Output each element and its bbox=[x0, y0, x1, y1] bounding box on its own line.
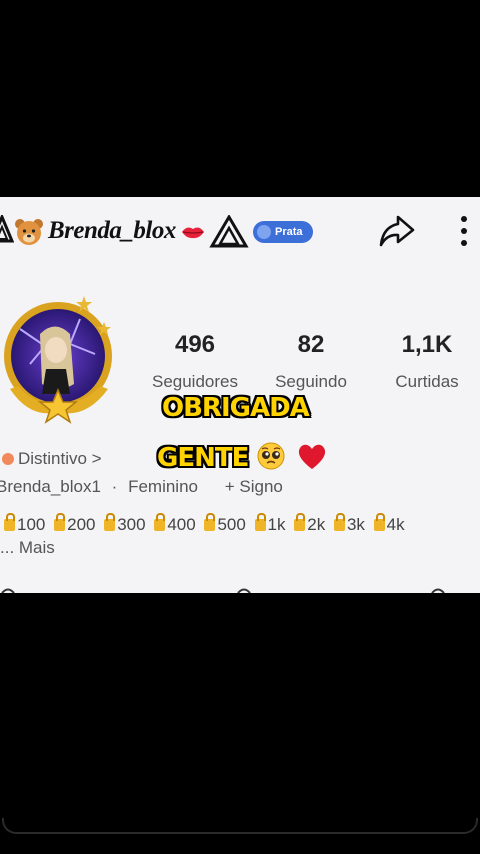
lock-icon bbox=[4, 513, 15, 531]
lock-icon bbox=[294, 513, 306, 531]
milestone-list: 100 200 300 400 500 1k 2k 3k 4k bbox=[0, 513, 405, 535]
gender-tag: Feminino bbox=[128, 477, 198, 496]
stat-likes[interactable]: 1,1K Curtidas bbox=[382, 331, 472, 392]
red-heart-emoji bbox=[299, 444, 326, 469]
rank-badge-icon bbox=[257, 225, 271, 239]
distintivo-icon bbox=[2, 453, 14, 465]
stat-following[interactable]: 82 Seguindo bbox=[266, 331, 356, 392]
lock-icon bbox=[204, 513, 216, 531]
tab-bar-hint bbox=[1, 588, 445, 593]
triangle-logo-icon bbox=[209, 215, 249, 248]
triangle-logo-icon bbox=[0, 215, 14, 243]
lock-icon bbox=[254, 513, 266, 531]
lock-icon bbox=[104, 513, 116, 531]
lock-icon bbox=[373, 513, 385, 531]
username: Brenda_blox bbox=[48, 217, 176, 244]
lock-icon bbox=[54, 513, 66, 531]
milestone: 500 bbox=[217, 515, 246, 534]
milestone: 300 bbox=[117, 515, 146, 534]
sign-button[interactable]: + Signo bbox=[225, 477, 283, 496]
following-count: 82 bbox=[297, 331, 325, 358]
stat-followers[interactable]: 496 Seguidores bbox=[150, 331, 240, 392]
rank-badge[interactable]: Prata bbox=[253, 221, 313, 243]
distintivo-link[interactable]: Distintivo > bbox=[2, 449, 102, 469]
profile-avatar[interactable] bbox=[0, 294, 120, 429]
caption-line-2: GENTE bbox=[157, 441, 328, 473]
profile-info-row: Brenda_blox1 · Feminino + Signo bbox=[0, 477, 283, 497]
more-vertical-icon[interactable] bbox=[456, 213, 472, 249]
profile-header: Brenda_blox Prata bbox=[0, 197, 480, 271]
more-link[interactable]: ... Mais bbox=[0, 538, 55, 558]
milestone: 2k bbox=[307, 515, 326, 534]
caption-line-2-text: GENTE bbox=[157, 443, 249, 473]
caption-line-1: OBRIGADA bbox=[162, 393, 310, 423]
followers-label: Seguidores bbox=[151, 372, 238, 391]
user-handle: Brenda_blox1 bbox=[0, 477, 101, 496]
milestone: 3k bbox=[346, 515, 365, 534]
followers-count: 496 bbox=[174, 331, 216, 358]
milestone: 4k bbox=[386, 515, 405, 534]
pleading-face-emoji bbox=[257, 442, 285, 470]
bear-emoji-icon bbox=[15, 219, 43, 245]
profile-screenshot: Brenda_blox Prata 496 Seguidores 82 Segu… bbox=[0, 197, 480, 593]
video-frame: Brenda_blox Prata 496 Seguidores 82 Segu… bbox=[0, 0, 480, 854]
separator: · bbox=[111, 477, 118, 496]
following-label: Seguindo bbox=[275, 372, 347, 391]
lips-emoji-icon bbox=[182, 227, 204, 239]
share-icon[interactable] bbox=[378, 213, 416, 249]
milestone: 1k bbox=[267, 515, 286, 534]
likes-label: Curtidas bbox=[395, 372, 459, 391]
milestone: 100 bbox=[17, 515, 46, 534]
milestone: 200 bbox=[67, 515, 96, 534]
device-edge bbox=[2, 818, 478, 834]
distintivo-label: Distintivo > bbox=[18, 449, 102, 468]
lock-icon bbox=[333, 513, 345, 531]
rank-badge-label: Prata bbox=[275, 226, 303, 238]
likes-count: 1,1K bbox=[401, 331, 453, 358]
lock-icon bbox=[154, 513, 166, 531]
milestone: 400 bbox=[167, 515, 196, 534]
